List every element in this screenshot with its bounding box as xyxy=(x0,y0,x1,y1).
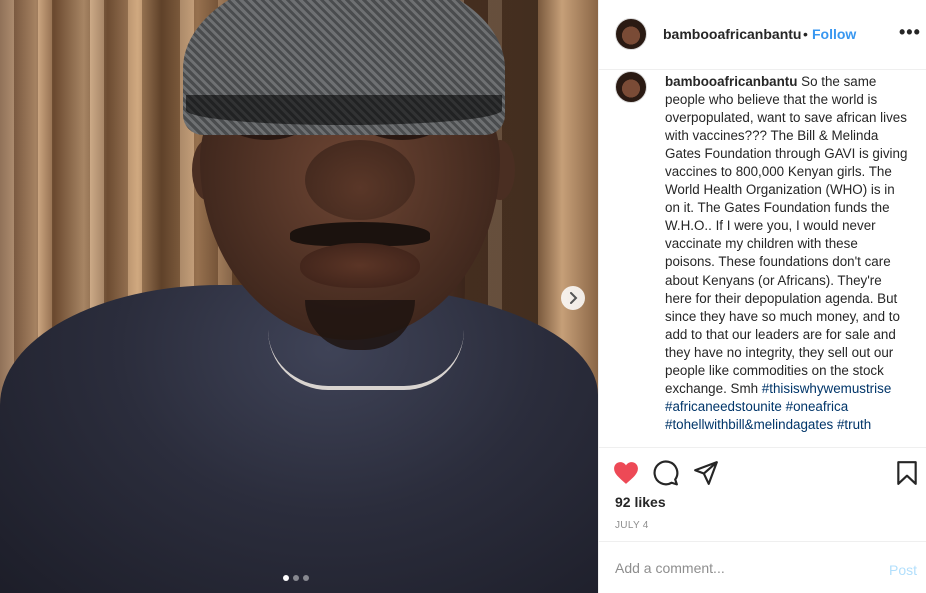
carousel-dot-3 xyxy=(303,575,309,581)
hashtag-link[interactable]: #africaneedstounite xyxy=(665,399,782,414)
carousel-dot-1 xyxy=(283,575,289,581)
comment-icon xyxy=(653,460,679,486)
follow-button[interactable]: Follow xyxy=(812,26,856,42)
carousel-dot-2 xyxy=(293,575,299,581)
heart-icon xyxy=(614,462,638,484)
avatar[interactable] xyxy=(615,18,647,50)
save-button[interactable] xyxy=(894,460,920,486)
post-header: bambooafricanbantu • Follow ••• xyxy=(599,0,926,70)
photo-cap-shadow xyxy=(186,95,502,125)
chevron-right-icon xyxy=(570,292,578,304)
share-button[interactable] xyxy=(693,460,719,486)
header-username[interactable]: bambooafricanbantu xyxy=(663,26,801,42)
post-comment-button[interactable]: Post xyxy=(889,562,917,578)
like-button[interactable] xyxy=(613,460,639,486)
comment-input[interactable] xyxy=(615,560,865,576)
post-panel: bambooafricanbantu • Follow ••• bambooaf… xyxy=(598,0,926,593)
share-icon xyxy=(694,461,718,485)
hashtag-link[interactable]: #oneafrica xyxy=(786,399,849,414)
likes-count[interactable]: 92 likes xyxy=(615,494,666,510)
caption-avatar[interactable] xyxy=(615,71,647,103)
caption-username[interactable]: bambooafricanbantu xyxy=(665,74,797,89)
bookmark-icon xyxy=(897,461,917,485)
carousel-indicator xyxy=(283,575,309,581)
photo-mouth xyxy=(300,243,420,288)
caption-body: So the same people who believe that the … xyxy=(665,74,908,396)
carousel-next-button[interactable] xyxy=(561,286,585,310)
separator-dot: • xyxy=(803,26,808,42)
post-date[interactable]: JULY 4 xyxy=(615,520,649,531)
caption-text: bambooafricanbantu So the same people wh… xyxy=(665,73,911,434)
comment-button[interactable] xyxy=(653,460,679,486)
hashtag-link[interactable]: #tohellwithbill&melindagates xyxy=(665,417,833,432)
post-image[interactable] xyxy=(0,0,598,593)
more-options-icon[interactable]: ••• xyxy=(899,22,921,43)
photo-nose xyxy=(305,140,415,220)
hashtag-link[interactable]: #truth xyxy=(837,417,871,432)
add-comment-bar: Post xyxy=(599,541,926,593)
hashtag-link[interactable]: #thisiswhywemustrise xyxy=(762,381,891,396)
caption-area[interactable]: bambooafricanbantu So the same people wh… xyxy=(599,71,926,447)
